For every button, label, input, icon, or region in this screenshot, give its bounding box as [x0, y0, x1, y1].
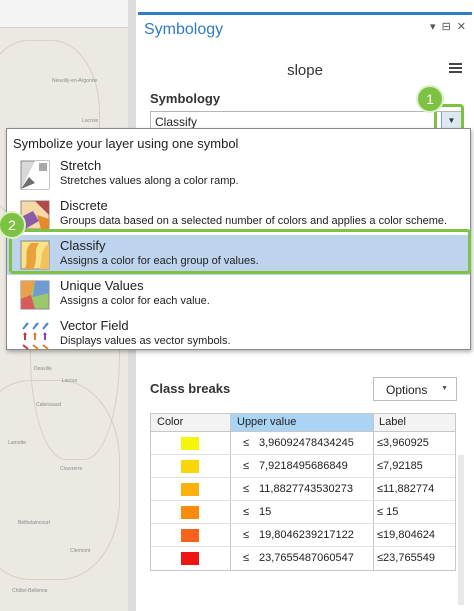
- column-divider: [230, 455, 231, 477]
- pane-options-icon[interactable]: ▾: [430, 20, 436, 33]
- color-swatch[interactable]: [181, 529, 199, 542]
- column-divider: [373, 547, 374, 570]
- map-place-label: Couvrerre: [60, 466, 83, 472]
- column-divider: [373, 414, 374, 431]
- map-road: [0, 380, 120, 580]
- color-swatch[interactable]: [181, 506, 199, 519]
- callout-badge-2: 2: [0, 213, 24, 237]
- upper-value-cell[interactable]: 7,9218495686849: [259, 460, 348, 472]
- label-cell[interactable]: ≤ 15: [377, 506, 398, 518]
- option-title: Vector Field: [60, 318, 129, 333]
- column-header-color[interactable]: Color: [157, 416, 183, 428]
- pane-title: Symbology: [144, 21, 224, 38]
- unique-values-icon: [20, 280, 50, 310]
- map-place-label: Neuvilly-en-Argonne: [52, 78, 98, 84]
- map-place-label: Lacroix: [82, 118, 99, 124]
- table-row[interactable]: ≤7,9218495686849 ≤7,92185: [151, 455, 455, 478]
- callout-badge-1: 1: [418, 87, 442, 111]
- map-place-label: Béthelaincourt: [18, 520, 50, 526]
- color-swatch[interactable]: [181, 552, 199, 565]
- table-header: Color Upper value Label: [150, 413, 456, 432]
- le-symbol: ≤: [243, 529, 250, 541]
- option-description: Displays values as vector symbols.: [60, 335, 231, 347]
- class-breaks-table: Color Upper value Label ≤3,9609247843424…: [150, 413, 456, 571]
- pane-controls: ▾ ⊟ ✕: [430, 20, 466, 33]
- column-divider: [373, 455, 374, 477]
- table-body: ≤3,96092478434245 ≤3,960925 ≤7,92184956868…: [150, 432, 456, 571]
- map-place-label: Lamotte: [8, 440, 27, 446]
- column-divider: [230, 432, 231, 454]
- column-divider: [373, 432, 374, 454]
- chevron-down-icon: ▼: [441, 385, 448, 392]
- column-header-label[interactable]: Label: [379, 416, 406, 428]
- symbology-label: Symbology: [150, 91, 221, 106]
- option-description: Stretches values along a color ramp.: [60, 175, 239, 187]
- color-swatch[interactable]: [181, 483, 199, 496]
- column-divider: [230, 501, 231, 523]
- map-toolbar-strip: [0, 0, 133, 28]
- column-divider: [373, 524, 374, 546]
- class-breaks-title: Class breaks: [150, 381, 231, 396]
- le-symbol: ≤: [243, 460, 250, 472]
- option-title: Discrete: [60, 198, 108, 213]
- column-divider: [373, 478, 374, 500]
- label-cell[interactable]: ≤11,882774: [377, 483, 434, 495]
- column-divider: [230, 478, 231, 500]
- upper-value-cell[interactable]: 11,8827743530273: [259, 483, 353, 495]
- table-row[interactable]: ≤11,8827743530273 ≤11,882774: [151, 478, 455, 501]
- close-icon[interactable]: ✕: [457, 20, 466, 33]
- option-description: Assigns a color for each value.: [60, 295, 210, 307]
- le-symbol: ≤: [243, 506, 250, 518]
- upper-value-cell[interactable]: 15: [259, 506, 271, 518]
- le-symbol: ≤: [243, 437, 250, 449]
- popup-header: Symbolize your layer using one symbol: [13, 136, 239, 151]
- color-swatch[interactable]: [181, 437, 199, 450]
- column-divider: [230, 524, 231, 546]
- dropdown-value: Classify: [155, 115, 198, 129]
- vector-field-icon: [22, 322, 49, 350]
- column-header-upper-value[interactable]: Upper value: [237, 416, 296, 428]
- le-symbol: ≤: [243, 483, 250, 495]
- upper-value-cell[interactable]: 3,96092478434245: [259, 437, 354, 449]
- le-symbol: ≤: [243, 552, 250, 564]
- scrollbar[interactable]: [458, 455, 464, 605]
- table-row[interactable]: ≤19,8046239217122 ≤19,804624: [151, 524, 455, 547]
- color-swatch[interactable]: [181, 460, 199, 473]
- label-cell[interactable]: ≤7,92185: [377, 460, 423, 472]
- table-row[interactable]: ≤23,7655487060547 ≤23,765549: [151, 547, 455, 570]
- map-place-label: Clermont: [70, 548, 91, 554]
- stretch-icon: [20, 160, 50, 190]
- label-cell[interactable]: ≤3,960925: [377, 437, 429, 449]
- map-place-label: Deuville: [34, 366, 52, 372]
- column-divider: [230, 547, 231, 570]
- upper-value-cell[interactable]: 23,7655487060547: [259, 552, 354, 564]
- options-button-label: Options: [386, 383, 428, 397]
- label-cell[interactable]: ≤23,765549: [377, 552, 435, 564]
- map-place-label: Châtel-Bellenne: [12, 588, 48, 594]
- label-cell[interactable]: ≤19,804624: [377, 529, 435, 541]
- map-place-label: Lacour: [62, 378, 78, 384]
- pin-icon[interactable]: ⊟: [442, 20, 451, 33]
- table-row[interactable]: ≤15 ≤ 15: [151, 501, 455, 524]
- table-row[interactable]: ≤3,96092478434245 ≤3,960925: [151, 432, 455, 455]
- option-unique-values[interactable]: Unique Values Assigns a color for each v…: [7, 275, 470, 315]
- options-button[interactable]: Options ▼: [373, 377, 457, 401]
- option-stretch[interactable]: Stretch Stretches values along a color r…: [7, 155, 470, 195]
- column-divider: [230, 414, 231, 431]
- option-description: Groups data based on a selected number o…: [60, 215, 448, 227]
- upper-value-cell[interactable]: 19,8046239217122: [259, 529, 354, 541]
- option-title: Unique Values: [60, 278, 144, 293]
- map-place-label: Cabessaud: [36, 402, 62, 408]
- callout-highlight-2: [9, 229, 471, 274]
- option-title: Stretch: [60, 158, 102, 173]
- layer-name: slope: [287, 62, 323, 79]
- column-divider: [373, 501, 374, 523]
- option-vector-field[interactable]: Vector Field Displays values as vector s…: [7, 315, 470, 355]
- hamburger-menu-icon[interactable]: [449, 63, 462, 74]
